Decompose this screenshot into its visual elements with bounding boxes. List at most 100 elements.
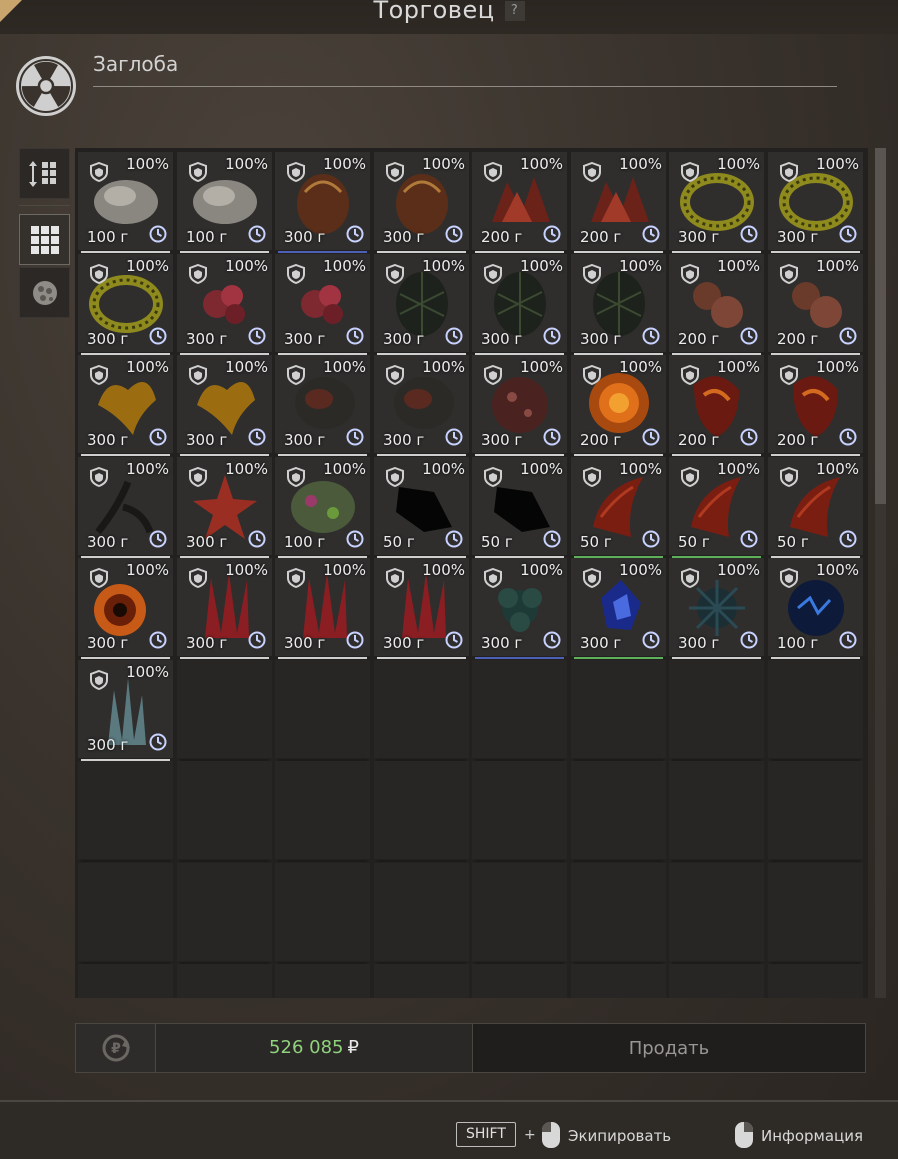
inventory-item[interactable]: 100% 50 г [669,457,764,558]
inventory-item[interactable]: 100% 50 г [472,457,567,558]
inventory-item[interactable]: 100% 300 г [571,558,666,659]
inventory-item[interactable]: 100% 200 г [768,355,863,456]
inventory-item[interactable]: 100% 300 г [78,254,173,355]
empty-slot[interactable] [571,863,666,964]
empty-slot[interactable] [275,761,370,862]
clock-icon [248,225,266,243]
item-weight: 50 г [580,533,612,551]
empty-slot[interactable] [472,660,567,761]
inventory-item[interactable]: 100% 100 г [275,457,370,558]
item-condition: 100% [422,257,465,275]
inventory-item[interactable]: 100% 300 г [177,558,272,659]
empty-slot[interactable] [275,863,370,964]
inventory-item[interactable]: 100% 300 г [472,254,567,355]
empty-slot[interactable] [768,761,863,862]
empty-slot[interactable] [374,863,469,964]
inventory-item[interactable]: 100% 300 г [669,152,764,253]
inventory-item[interactable]: 100% 300 г [374,152,469,253]
empty-slot[interactable] [768,964,863,998]
inventory-item[interactable]: 100% 50 г [374,457,469,558]
inventory-item[interactable]: 100% 100 г [177,152,272,253]
inventory-item[interactable]: 100% 100 г [78,152,173,253]
clock-icon [346,327,364,345]
inventory-item[interactable]: 100% 300 г [275,558,370,659]
item-weight: 300 г [186,431,228,449]
item-weight: 300 г [383,431,425,449]
empty-slot[interactable] [374,964,469,998]
inventory-item[interactable]: 100% 300 г [177,355,272,456]
inventory-item[interactable]: 100% 300 г [78,457,173,558]
inventory-item[interactable]: 100% 50 г [571,457,666,558]
inventory-item[interactable]: 100% 200 г [768,254,863,355]
inventory-item[interactable]: 100% 300 г [275,254,370,355]
rarity-bar [672,454,761,456]
inventory-item[interactable]: 100% 50 г [768,457,863,558]
inventory-item[interactable]: 100% 200 г [571,355,666,456]
inventory-item[interactable]: 100% 300 г [374,558,469,659]
empty-slot[interactable] [275,964,370,998]
empty-slot[interactable] [472,964,567,998]
inventory-item[interactable]: 100% 200 г [472,152,567,253]
item-condition: 100% [422,155,465,173]
empty-slot[interactable] [177,761,272,862]
empty-slot[interactable] [669,660,764,761]
empty-slot[interactable] [669,863,764,964]
tab-sort[interactable] [19,148,70,199]
inventory-item[interactable]: 100% 300 г [177,457,272,558]
empty-slot[interactable] [78,863,173,964]
durability-shield-icon [386,162,404,182]
inventory-item[interactable]: 100% 200 г [571,152,666,253]
item-condition: 100% [816,561,859,579]
inventory-item[interactable]: 100% 300 г [78,558,173,659]
empty-slot[interactable] [768,660,863,761]
inventory-item[interactable]: 100% 300 г [275,152,370,253]
currency-refresh-button[interactable]: ₽ [75,1023,156,1073]
info-hint: Информация [761,1127,864,1145]
empty-slot[interactable] [374,761,469,862]
inventory-item[interactable]: 100% 300 г [374,355,469,456]
empty-slot[interactable] [669,964,764,998]
slot-divider [81,860,170,862]
empty-slot[interactable] [472,863,567,964]
clock-icon [248,327,266,345]
balance-display: 526 085 ₽ [156,1023,472,1073]
inventory-item[interactable]: 100% 300 г [768,152,863,253]
scrollbar-thumb[interactable] [875,148,886,504]
empty-slot[interactable] [78,964,173,998]
item-weight: 300 г [678,228,720,246]
sell-button[interactable]: Продать [472,1023,866,1073]
empty-slot[interactable] [571,660,666,761]
empty-slot[interactable] [669,761,764,862]
clock-icon [248,631,266,649]
inventory-item[interactable]: 100% 300 г [472,558,567,659]
help-button[interactable]: ? [504,1,525,21]
empty-slot[interactable] [177,964,272,998]
rarity-bar [771,454,860,456]
inventory-item[interactable]: 100% 200 г [669,355,764,456]
empty-slot[interactable] [78,761,173,862]
inventory-item[interactable]: 100% 300 г [669,558,764,659]
inventory-item[interactable]: 100% 300 г [472,355,567,456]
inventory-item[interactable]: 100% 200 г [669,254,764,355]
item-condition: 100% [816,257,859,275]
durability-shield-icon [583,162,601,182]
inventory-item[interactable]: 100% 300 г [374,254,469,355]
inventory-item[interactable]: 100% 300 г [177,254,272,355]
empty-slot[interactable] [275,660,370,761]
inventory-item[interactable]: 100% 100 г [768,558,863,659]
empty-slot[interactable] [177,660,272,761]
item-condition: 100% [126,663,169,681]
empty-slot[interactable] [571,761,666,862]
empty-slot[interactable] [472,761,567,862]
empty-slot[interactable] [374,660,469,761]
inventory-item[interactable]: 100% 300 г [275,355,370,456]
tab-grid[interactable] [19,214,70,265]
empty-slot[interactable] [177,863,272,964]
durability-shield-icon [780,365,798,385]
inventory-item[interactable]: 100% 300 г [78,660,173,761]
tab-artifacts[interactable] [19,267,70,318]
inventory-item[interactable]: 100% 300 г [78,355,173,456]
empty-slot[interactable] [571,964,666,998]
inventory-item[interactable]: 100% 300 г [571,254,666,355]
empty-slot[interactable] [768,863,863,964]
